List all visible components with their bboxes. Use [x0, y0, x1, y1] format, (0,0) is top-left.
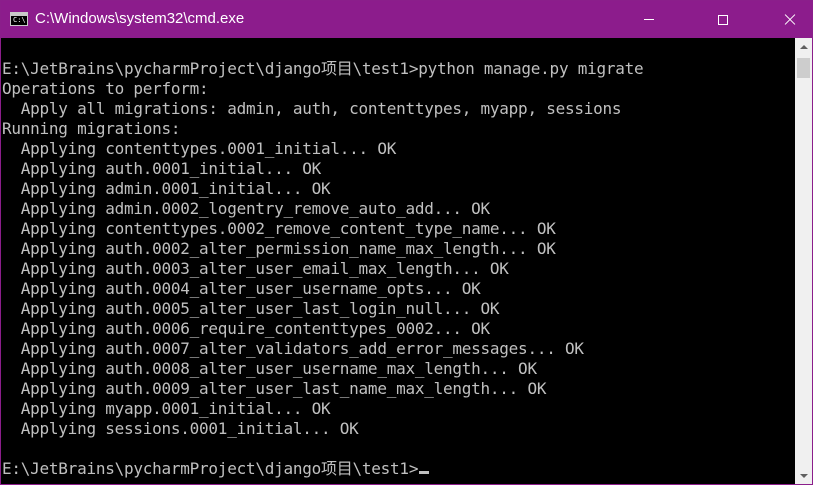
console-line: Applying auth.0005_alter_user_last_login…: [2, 299, 500, 318]
console-line: Applying contenttypes.0002_remove_conten…: [2, 219, 556, 238]
command-prompt: E:\JetBrains\pycharmProject\django项目\tes…: [2, 459, 419, 478]
minimize-button[interactable]: [626, 1, 672, 38]
title-bar[interactable]: C:\ C:\Windows\system32\cmd.exe: [1, 1, 812, 38]
vertical-scrollbar[interactable]: [795, 38, 812, 484]
console-line: Applying auth.0007_alter_validators_add_…: [2, 339, 584, 358]
console-line: Applying auth.0008_alter_user_username_m…: [2, 359, 537, 378]
cmd-icon-text: C:\: [13, 16, 26, 24]
minimize-icon: [644, 19, 654, 20]
console-line: Applying auth.0001_initial... OK: [2, 159, 322, 178]
console-line: Applying contenttypes.0001_initial... OK: [2, 139, 397, 158]
scroll-up-button[interactable]: [795, 38, 812, 55]
prompt-line[interactable]: E:\JetBrains\pycharmProject\django项目\tes…: [2, 459, 795, 479]
cmd-window: C:\ C:\Windows\system32\cmd.exe E:\JetBr…: [0, 0, 813, 485]
text-cursor: [419, 471, 430, 474]
maximize-button[interactable]: [700, 1, 746, 38]
scrollbar-thumb[interactable]: [797, 58, 810, 78]
console-line: Applying auth.0004_alter_user_username_o…: [2, 279, 481, 298]
console-line: Applying auth.0006_require_contenttypes_…: [2, 319, 490, 338]
console-line: Apply all migrations: admin, auth, conte…: [2, 99, 622, 118]
console-line: Applying auth.0003_alter_user_email_max_…: [2, 259, 509, 278]
scroll-down-button[interactable]: [795, 467, 812, 484]
console-line: Applying admin.0001_initial... OK: [2, 179, 331, 198]
maximize-icon: [718, 14, 728, 25]
console-line: Running migrations:: [2, 119, 181, 138]
chevron-up-icon: [799, 44, 808, 49]
window-title: C:\Windows\system32\cmd.exe: [35, 10, 245, 27]
chevron-down-icon: [799, 473, 808, 478]
console-line: Operations to perform:: [2, 79, 209, 98]
console-line: Applying auth.0009_alter_user_last_name_…: [2, 379, 547, 398]
console-line: Applying myapp.0001_initial... OK: [2, 399, 331, 418]
cmd-icon[interactable]: C:\: [10, 12, 28, 26]
console-output[interactable]: E:\JetBrains\pycharmProject\django项目\tes…: [2, 59, 795, 484]
console-line: E:\JetBrains\pycharmProject\django项目\tes…: [2, 59, 644, 78]
console-line: Applying auth.0002_alter_permission_name…: [2, 239, 556, 258]
console-line: Applying admin.0002_logentry_remove_auto…: [2, 199, 490, 218]
close-icon: [784, 14, 796, 26]
console-line: Applying sessions.0001_initial... OK: [2, 419, 359, 438]
close-button[interactable]: [767, 1, 813, 38]
